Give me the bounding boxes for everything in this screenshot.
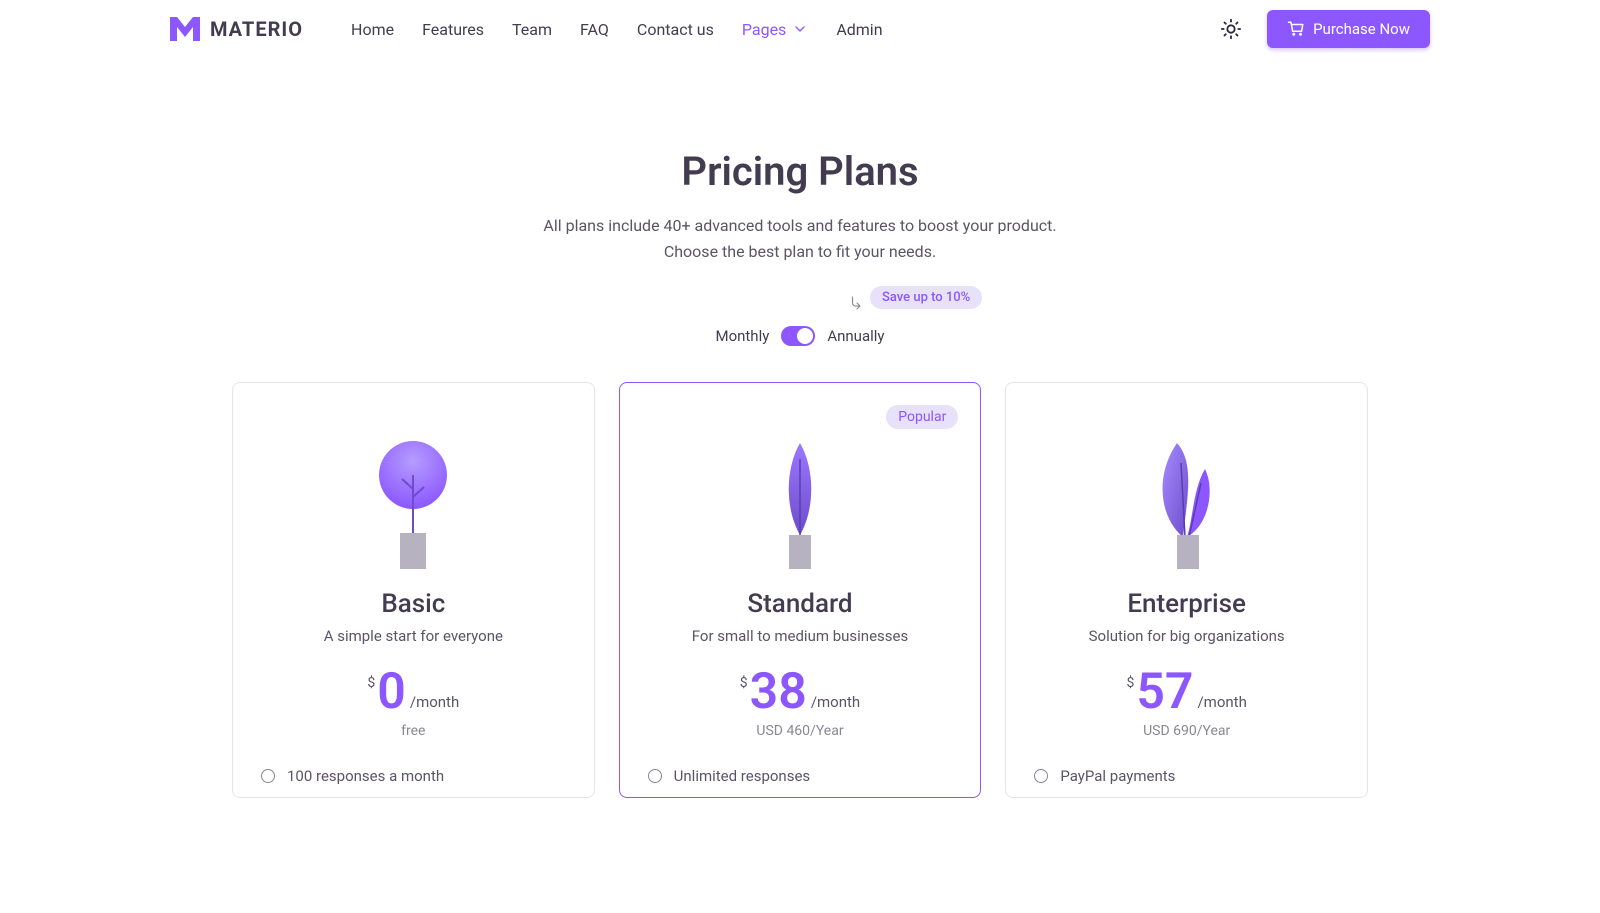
bullet-icon	[648, 769, 662, 783]
plan-basic-illustration	[261, 429, 566, 569]
billing-toggle-row: Monthly Annually	[0, 326, 1600, 346]
currency-symbol: $	[367, 675, 375, 691]
nav-link-home[interactable]: Home	[351, 20, 394, 39]
billing-toggle-switch[interactable]	[781, 326, 815, 346]
plant-basic-icon	[368, 439, 458, 569]
nav-link-pages[interactable]: Pages	[742, 20, 808, 39]
plant-standard-icon	[755, 439, 845, 569]
chevron-down-icon	[792, 21, 808, 37]
nav-links: Home Features Team FAQ Contact us Pages …	[351, 20, 883, 39]
plan-standard-features: Unlimited responses	[648, 763, 953, 789]
page-header: Pricing Plans All plans include 40+ adva…	[320, 148, 1280, 264]
arrow-down-left-icon	[848, 294, 866, 312]
plan-basic-year-label: free	[261, 723, 566, 741]
plan-standard-price: $ 38 /month	[648, 667, 953, 717]
plan-standard-price-amount: 38	[750, 667, 807, 717]
plan-enterprise-illustration	[1034, 429, 1339, 569]
plan-basic-price-amount: 0	[377, 667, 406, 717]
currency-symbol: $	[1126, 675, 1134, 691]
popular-badge: Popular	[886, 405, 958, 429]
plan-basic-price: $ 0 /month	[261, 667, 566, 717]
plan-basic-features: 100 responses a month	[261, 763, 566, 789]
plan-enterprise-name: Enterprise	[1034, 589, 1339, 619]
save-row: Save up to 10%	[320, 286, 1280, 310]
price-period: /month	[811, 693, 860, 711]
pricing-plans-grid: Basic A simple start for everyone $ 0 /m…	[208, 382, 1392, 798]
bullet-icon	[1034, 769, 1048, 783]
purchase-button-label: Purchase Now	[1313, 20, 1410, 38]
logo[interactable]: MATERIO	[170, 17, 303, 41]
list-item: Unlimited responses	[648, 763, 953, 789]
logo-text: MATERIO	[210, 17, 303, 41]
list-item: 100 responses a month	[261, 763, 566, 789]
plan-enterprise-price: $ 57 /month	[1034, 667, 1339, 717]
plan-basic-name: Basic	[261, 589, 566, 619]
plan-card-standard: Popular Standard For small to medium bus…	[619, 382, 982, 798]
plan-standard-year-label: USD 460/Year	[648, 723, 953, 741]
feature-label: PayPal payments	[1060, 767, 1175, 785]
nav-link-admin[interactable]: Admin	[836, 20, 882, 39]
page-subtitle-line1: All plans include 40+ advanced tools and…	[543, 216, 1056, 235]
nav-link-pages-label: Pages	[742, 20, 786, 39]
nav-link-faq[interactable]: FAQ	[580, 20, 609, 39]
save-badge: Save up to 10%	[870, 286, 982, 309]
plan-standard-illustration	[648, 429, 953, 569]
feature-label: 100 responses a month	[287, 767, 444, 785]
theme-toggle-button[interactable]	[1219, 17, 1243, 41]
page-subtitle-line2: Choose the best plan to fit your needs.	[664, 242, 936, 261]
nav-link-contact[interactable]: Contact us	[637, 20, 714, 39]
plan-enterprise-features: PayPal payments	[1034, 763, 1339, 789]
billing-toggle-monthly-label: Monthly	[715, 327, 769, 345]
logo-icon	[170, 17, 200, 41]
plan-enterprise-price-amount: 57	[1136, 667, 1193, 717]
plan-standard-subtitle: For small to medium businesses	[648, 627, 953, 645]
switch-knob	[797, 328, 813, 344]
plan-basic-subtitle: A simple start for everyone	[261, 627, 566, 645]
purchase-button[interactable]: Purchase Now	[1267, 10, 1430, 48]
price-period: /month	[410, 693, 459, 711]
plan-card-basic: Basic A simple start for everyone $ 0 /m…	[232, 382, 595, 798]
currency-symbol: $	[740, 675, 748, 691]
plan-card-enterprise: Enterprise Solution for big organization…	[1005, 382, 1368, 798]
plant-enterprise-icon	[1137, 439, 1237, 569]
nav-link-team[interactable]: Team	[512, 20, 552, 39]
billing-toggle-annually-label: Annually	[827, 327, 884, 345]
nav-link-features[interactable]: Features	[422, 20, 484, 39]
top-nav: MATERIO Home Features Team FAQ Contact u…	[0, 0, 1600, 58]
nav-right: Purchase Now	[1219, 10, 1430, 48]
cart-icon	[1287, 20, 1305, 38]
feature-label: Unlimited responses	[674, 767, 811, 785]
list-item: PayPal payments	[1034, 763, 1339, 789]
page-title: Pricing Plans	[320, 148, 1280, 195]
sun-icon	[1220, 18, 1242, 40]
plan-standard-name: Standard	[648, 589, 953, 619]
plan-enterprise-subtitle: Solution for big organizations	[1034, 627, 1339, 645]
price-period: /month	[1197, 693, 1246, 711]
bullet-icon	[261, 769, 275, 783]
page-subtitle: All plans include 40+ advanced tools and…	[320, 213, 1280, 264]
plan-enterprise-year-label: USD 690/Year	[1034, 723, 1339, 741]
